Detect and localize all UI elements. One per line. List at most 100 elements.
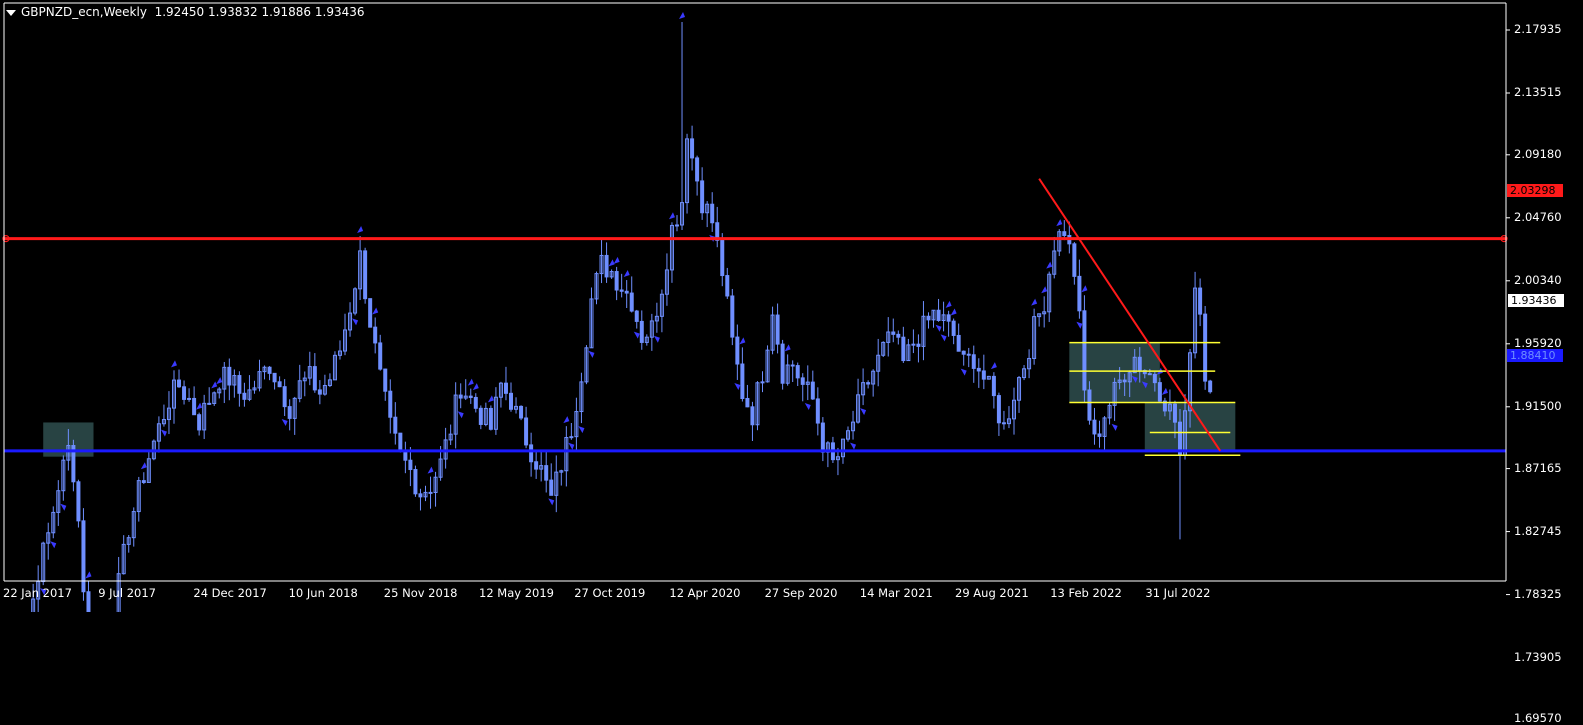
resistance-price-label: 2.03298 <box>1507 184 1563 197</box>
candle-body <box>629 292 634 312</box>
candle-body <box>544 465 549 481</box>
price-tick-label: 2.13515 <box>1514 85 1562 99</box>
candle-body <box>720 239 725 277</box>
candle-body <box>725 275 730 297</box>
candle-body <box>745 397 750 408</box>
candle-body <box>700 180 705 214</box>
candle-body <box>820 422 825 453</box>
candle-body <box>639 320 644 343</box>
candle-body <box>1082 310 1087 391</box>
candle-body <box>760 381 765 384</box>
candle-body <box>790 364 795 367</box>
price-tick-label: 2.17935 <box>1514 22 1562 36</box>
candle-body <box>750 406 755 426</box>
candle-body <box>473 396 478 409</box>
candle-body <box>991 375 996 397</box>
candle-body <box>901 336 906 362</box>
time-tick-label: 13 Feb 2022 <box>1050 586 1122 600</box>
candle-body <box>936 309 941 321</box>
candle-body <box>674 224 679 227</box>
candle-body <box>1062 231 1067 236</box>
candle-body <box>981 370 986 380</box>
candle-body <box>519 405 524 419</box>
candle-body <box>1097 433 1102 437</box>
candle-body <box>393 416 398 434</box>
candle-body <box>177 379 182 388</box>
candle-body <box>388 390 393 418</box>
candle-body <box>182 386 187 400</box>
time-tick-label: 10 Jun 2018 <box>288 586 358 600</box>
candle-body <box>503 382 508 394</box>
chart-background <box>0 0 1583 612</box>
candle-body <box>634 310 639 322</box>
candle-body <box>478 407 483 425</box>
candle-body <box>1208 380 1213 393</box>
candle-body <box>1198 287 1203 315</box>
price-tick-label: 2.04760 <box>1514 209 1562 224</box>
time-tick-label: 22 Jan 2017 <box>3 586 72 600</box>
candle-body <box>312 366 317 391</box>
candle-body <box>488 407 493 430</box>
candle-body <box>1092 419 1097 435</box>
ohlc-values: 1.92450 1.93832 1.91886 1.93436 <box>154 5 365 19</box>
candle-body <box>413 469 418 495</box>
price-tick-label: 1.73905 <box>1514 649 1562 664</box>
time-tick-label: 9 Jul 2017 <box>98 586 156 600</box>
candle-body <box>282 386 287 408</box>
time-tick-label: 12 May 2019 <box>479 586 554 600</box>
candle-body <box>383 368 388 392</box>
candle-body <box>1147 373 1152 376</box>
candle-body <box>1072 243 1077 277</box>
candle-body <box>207 402 212 405</box>
price-tick-label: 1.95920 <box>1514 335 1562 350</box>
candle-body <box>800 377 805 385</box>
candle-body <box>740 363 745 399</box>
candle-body <box>780 343 785 384</box>
candle-body <box>815 398 820 424</box>
candle-body <box>911 343 916 346</box>
candle-body <box>996 395 1001 424</box>
candle-body <box>373 326 378 344</box>
candle-body <box>1172 403 1177 423</box>
dropdown-triangle-icon[interactable] <box>6 9 16 16</box>
candle-body <box>1001 422 1006 425</box>
candle-body <box>549 479 554 496</box>
price-tick-label: 1.78325 <box>1514 586 1562 601</box>
candle-body <box>946 314 951 322</box>
candle-body <box>192 397 197 416</box>
candle-body <box>604 254 609 278</box>
candle-body <box>569 436 574 439</box>
candle-body <box>529 444 534 463</box>
candle-body <box>1122 379 1127 383</box>
current-price-label: 1.93436 <box>1507 293 1565 308</box>
candle-body <box>730 295 735 338</box>
candle-body <box>690 138 695 159</box>
candle-body <box>891 331 896 335</box>
symbol-header[interactable]: GBPNZD_ecn,Weekly 1.92450 1.93832 1.9188… <box>6 5 365 19</box>
candle-body <box>896 333 901 338</box>
time-tick-label: 27 Oct 2019 <box>574 586 646 600</box>
candle-body <box>317 389 322 395</box>
time-tick-label: 29 Aug 2021 <box>955 586 1029 600</box>
price-tick-label: 1.69570 <box>1514 711 1562 725</box>
candle-body <box>267 366 272 374</box>
candle-body <box>710 203 715 224</box>
price-tick-label: 2.00340 <box>1514 272 1562 287</box>
candle-body <box>1087 389 1092 421</box>
candle-body <box>976 367 981 372</box>
price-tick-label: 1.87165 <box>1514 460 1562 475</box>
candle-body <box>237 375 242 394</box>
candle-body <box>534 461 539 470</box>
candle-body <box>86 591 91 612</box>
candle-body <box>197 414 202 431</box>
support-price-label: 1.88410 <box>1507 349 1563 362</box>
candle-body <box>735 336 740 365</box>
candle-body <box>971 354 976 369</box>
candle-body <box>966 353 971 356</box>
price-chart[interactable] <box>0 0 1583 612</box>
symbol-label: GBPNZD_ecn,Weekly <box>21 5 147 19</box>
candle-body <box>956 334 961 352</box>
candle-body <box>76 481 81 522</box>
candle-body <box>810 381 815 400</box>
candle-body <box>1137 356 1142 371</box>
